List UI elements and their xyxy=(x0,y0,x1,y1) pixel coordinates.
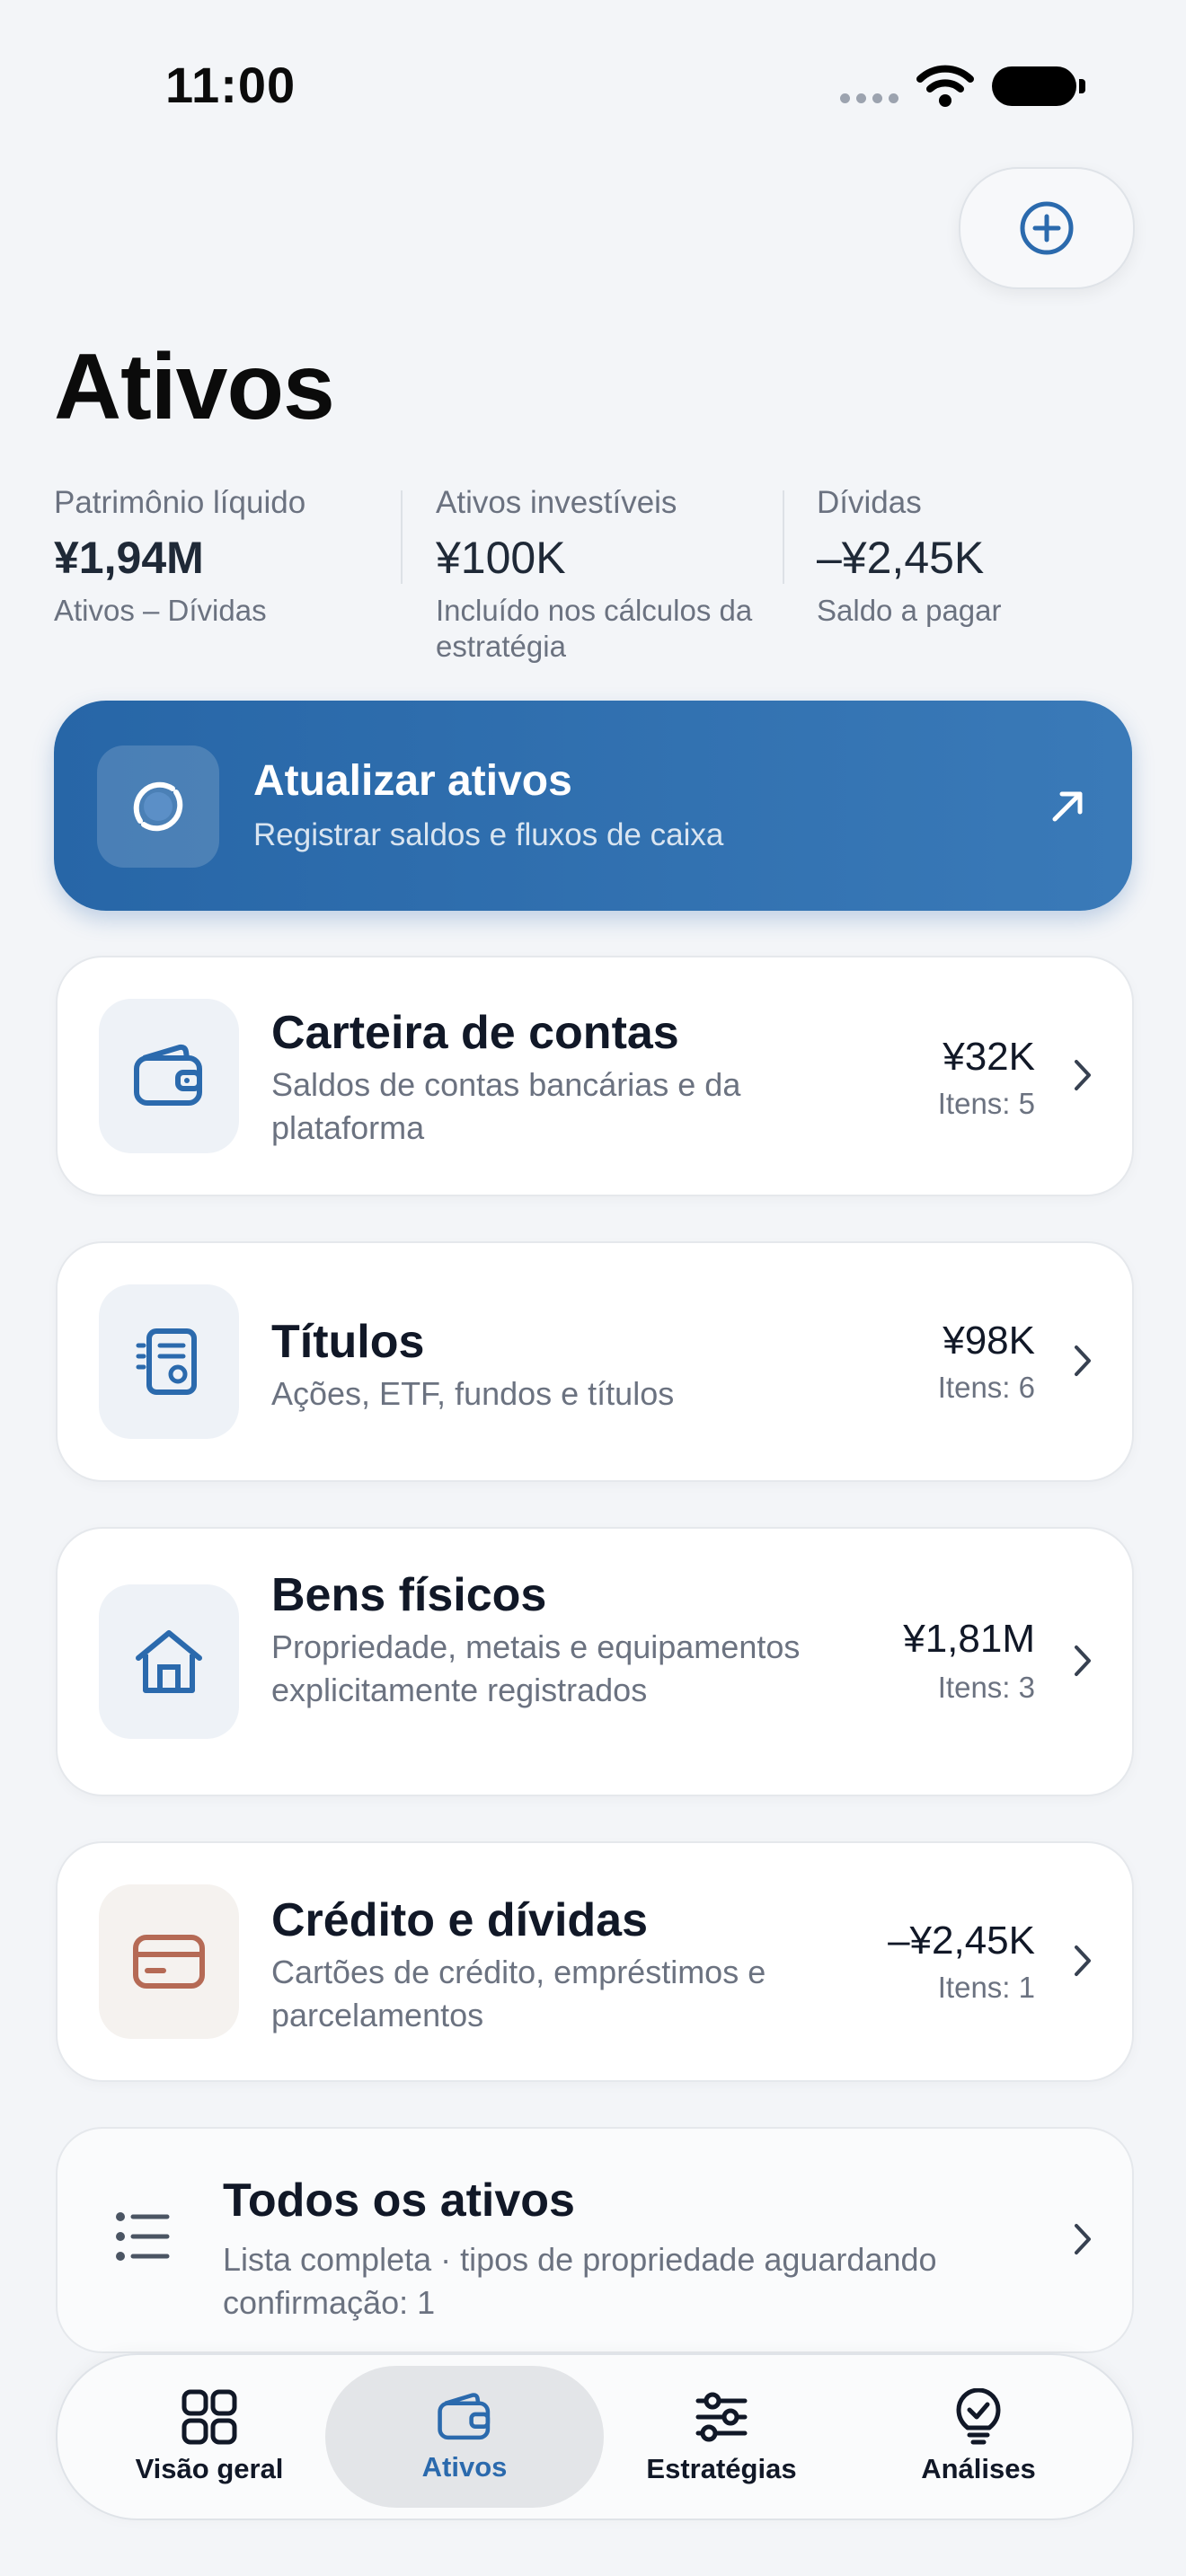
category-title: Títulos xyxy=(271,1316,425,1368)
category-amount: ¥98K xyxy=(943,1319,1035,1363)
category-card-physical-assets[interactable]: Bens físicos Propriedade, metais e equip… xyxy=(56,1527,1134,1796)
net-worth-summary: Patrimônio líquido ¥1,94M Ativos – Dívid… xyxy=(54,485,395,629)
tab-label: Ativos xyxy=(421,2451,508,2483)
divider xyxy=(783,490,784,584)
page-title: Ativos xyxy=(54,335,335,439)
chevron-right-icon xyxy=(1075,2224,1091,2254)
tab-label: Visão geral xyxy=(135,2453,284,2484)
summary-value: ¥1,94M xyxy=(54,533,204,583)
summary-label: Patrimônio líquido xyxy=(54,485,306,520)
update-card-title: Atualizar ativos xyxy=(253,757,572,805)
category-count: Itens: 1 xyxy=(937,1971,1035,2004)
lightbulb-icon xyxy=(956,2388,1001,2445)
category-description: Propriedade, metais e equipamentos expli… xyxy=(271,1628,801,1708)
divider xyxy=(401,490,403,584)
tab-label: Análises xyxy=(921,2453,1036,2484)
all-assets-title: Todos os ativos xyxy=(223,2175,575,2227)
investable-summary: Ativos investíveis ¥100K Incluído nos cá… xyxy=(436,485,777,665)
summary-label: Dívidas xyxy=(817,485,922,520)
all-assets-description: Lista completa · tipos de propriedade ag… xyxy=(223,2241,937,2321)
category-count: Itens: 6 xyxy=(937,1371,1035,1404)
status-time: 11:00 xyxy=(165,57,296,113)
tab-label: Estratégias xyxy=(646,2453,797,2484)
chevron-right-icon xyxy=(1075,1945,1091,1976)
add-asset-button[interactable] xyxy=(959,167,1135,289)
category-description: Ações, ETF, fundos e títulos xyxy=(271,1375,675,1412)
category-card-securities[interactable]: Títulos Ações, ETF, fundos e títulos ¥98… xyxy=(56,1241,1134,1482)
chevron-right-icon xyxy=(1075,1645,1091,1676)
category-title: Bens físicos xyxy=(271,1569,547,1621)
arrow-up-right-icon xyxy=(1048,787,1087,831)
wallet-icon xyxy=(438,2393,491,2440)
wifi-icon xyxy=(916,63,974,112)
summary-value: ¥100K xyxy=(436,533,566,583)
debts-summary: Dívidas –¥2,45K Saldo a pagar xyxy=(817,485,1122,629)
bottom-tab-bar: Visão geral Ativos Estratégias Análises xyxy=(56,2353,1134,2520)
tab-strategies[interactable]: Estratégias xyxy=(582,2366,861,2508)
category-amount: –¥2,45K xyxy=(888,1919,1035,1963)
chevron-right-icon xyxy=(1075,1060,1091,1090)
sync-icon xyxy=(97,745,219,868)
cellular-signal-icon xyxy=(840,93,898,103)
update-assets-card[interactable]: Atualizar ativos Registrar saldos e flux… xyxy=(54,701,1132,911)
category-description: Saldos de contas bancárias e da platafor… xyxy=(271,1066,741,1146)
document-certificate-icon xyxy=(99,1284,239,1439)
grid-icon xyxy=(181,2389,237,2445)
summary-subtext: Saldo a pagar xyxy=(817,594,1002,627)
category-amount: ¥1,81M xyxy=(903,1617,1035,1661)
house-icon xyxy=(99,1584,239,1739)
tab-assets[interactable]: Ativos xyxy=(325,2366,604,2508)
category-amount: ¥32K xyxy=(943,1035,1035,1079)
summary-subtext: Ativos – Dívidas xyxy=(54,594,267,627)
credit-card-icon xyxy=(99,1884,239,2039)
category-count: Itens: 3 xyxy=(937,1671,1035,1704)
summary-value: –¥2,45K xyxy=(817,533,985,583)
summary-subtext: Incluído nos cálculos da estratégia xyxy=(436,594,753,663)
all-assets-card[interactable]: Todos os ativos Lista completa · tipos d… xyxy=(56,2127,1134,2353)
plus-circle-icon xyxy=(1020,201,1074,255)
category-card-credit-debts[interactable]: Crédito e dívidas Cartões de crédito, em… xyxy=(56,1841,1134,2082)
wallet-icon xyxy=(99,999,239,1153)
category-title: Carteira de contas xyxy=(271,1007,679,1059)
category-description: Cartões de crédito, empréstimos e parcel… xyxy=(271,1954,766,2033)
summary-label: Ativos investíveis xyxy=(436,485,677,520)
category-count: Itens: 5 xyxy=(937,1087,1035,1120)
category-card-accounts[interactable]: Carteira de contas Saldos de contas banc… xyxy=(56,956,1134,1196)
update-card-subtitle: Registrar saldos e fluxos de caixa xyxy=(253,817,724,852)
category-title: Crédito e dívidas xyxy=(271,1894,648,1946)
tab-overview[interactable]: Visão geral xyxy=(70,2366,349,2508)
sliders-icon xyxy=(695,2392,748,2442)
chevron-right-icon xyxy=(1075,1345,1091,1376)
list-icon xyxy=(116,2212,170,2261)
tab-analyses[interactable]: Análises xyxy=(839,2366,1118,2508)
battery-icon xyxy=(992,66,1085,106)
